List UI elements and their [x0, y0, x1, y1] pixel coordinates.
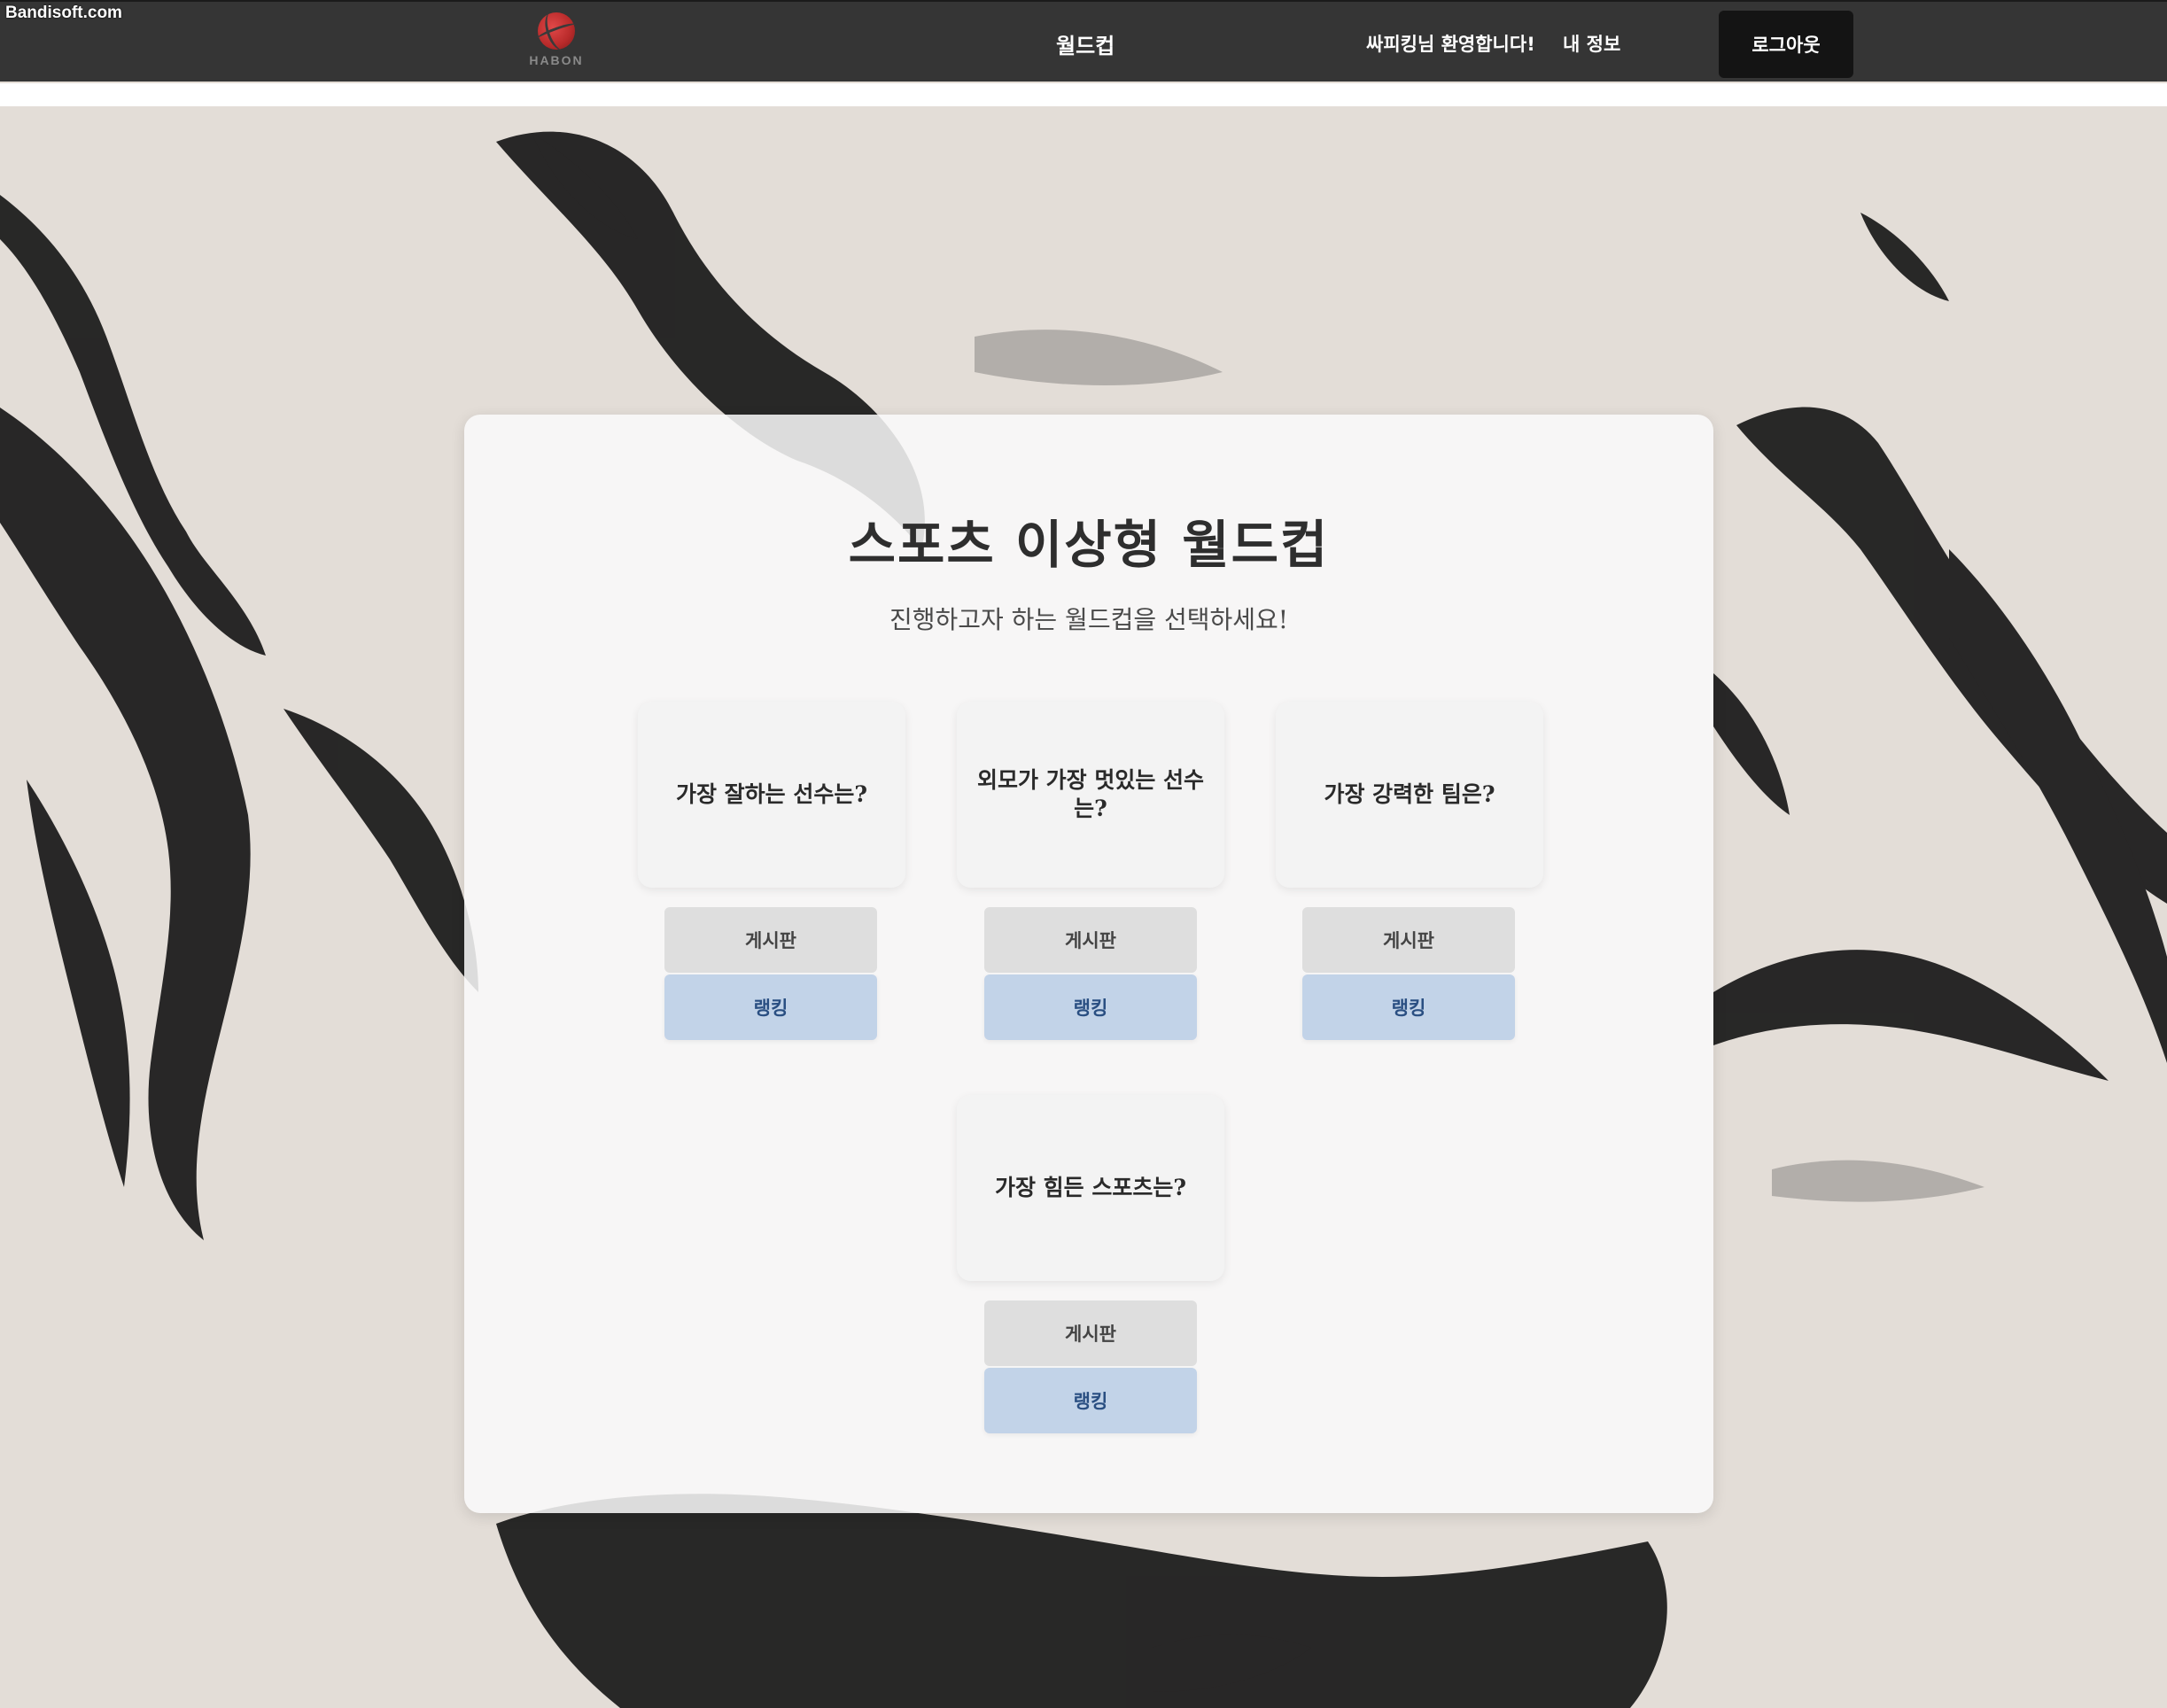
ranking-button-best-looking-player[interactable]: 랭킹	[984, 974, 1197, 1040]
page-title: 스포츠 이상형 월드컵	[848, 515, 1330, 575]
habon-logo-ball-icon	[538, 12, 575, 50]
watermark-text: Bandisoft.com	[5, 4, 122, 22]
header-divider-strip	[0, 83, 2167, 106]
ranking-button-strongest-team[interactable]: 랭킹	[1302, 974, 1515, 1040]
board-button-best-looking-player[interactable]: 게시판	[984, 907, 1197, 973]
nav-worldcup-link[interactable]: 월드컵	[1056, 28, 1115, 59]
worldcup-card-hardest-sport[interactable]: 가장 힘든 스포츠는?	[957, 1095, 1224, 1281]
ranking-button-hardest-sport[interactable]: 랭킹	[984, 1368, 1197, 1433]
habon-logo[interactable]: HABON	[524, 12, 588, 69]
worldcup-card-strongest-team[interactable]: 가장 강력한 팀은?	[1276, 702, 1543, 888]
nav-my-info-link[interactable]: 내 정보	[1563, 30, 1620, 57]
page-subtitle: 진행하고자 하는 월드컵을 선택하세요!	[889, 605, 1289, 634]
top-navbar: Bandisoft.com HABON 월드컵 싸피킹님 환영합니다! 내 정보…	[0, 0, 2167, 82]
worldcup-selection-panel: 스포츠 이상형 월드컵 진행하고자 하는 월드컵을 선택하세요! 가장 잘하는 …	[464, 415, 1713, 1513]
board-button-hardest-sport[interactable]: 게시판	[984, 1300, 1197, 1366]
worldcup-card-best-player[interactable]: 가장 잘하는 선수는?	[638, 702, 905, 888]
ranking-button-best-player[interactable]: 랭킹	[664, 974, 877, 1040]
worldcup-card-best-looking-player[interactable]: 외모가 가장 멋있는 선수는?	[957, 702, 1224, 888]
board-button-strongest-team[interactable]: 게시판	[1302, 907, 1515, 973]
logout-button[interactable]: 로그아웃	[1719, 11, 1853, 78]
board-button-best-player[interactable]: 게시판	[664, 907, 877, 973]
welcome-message: 싸피킹님 환영합니다!	[1366, 34, 1535, 55]
logo-text: HABON	[529, 53, 584, 67]
